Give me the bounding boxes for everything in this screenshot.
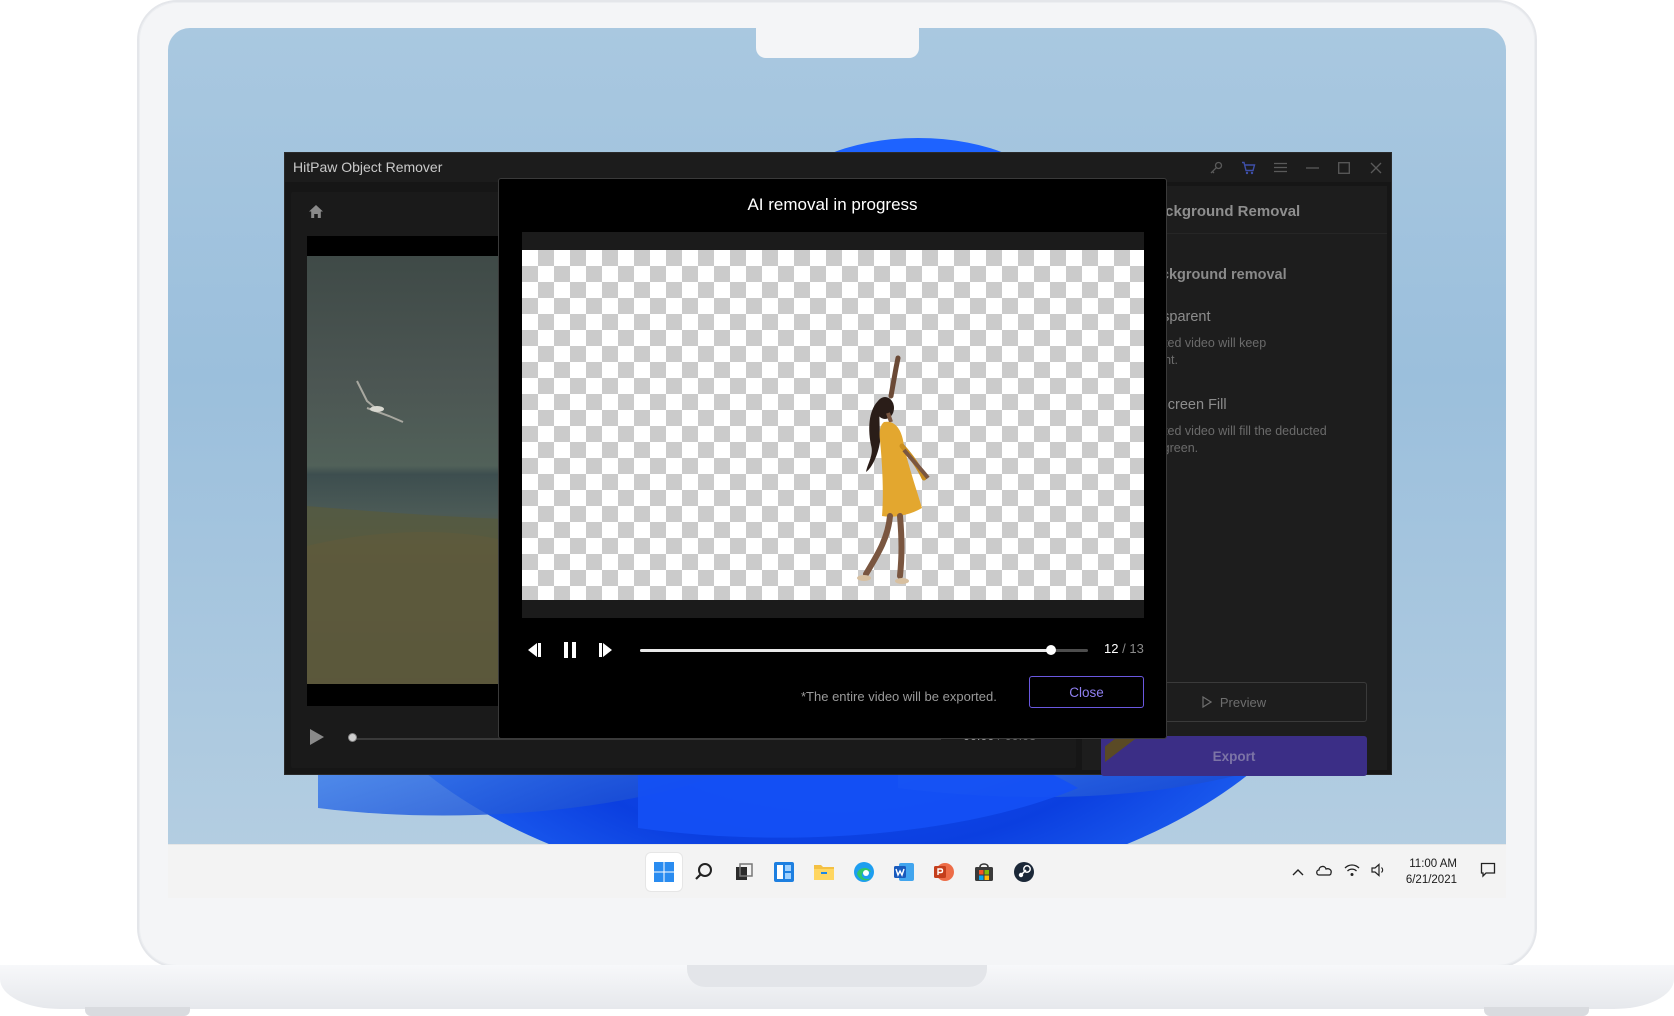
result-playback-controls: 12 / 13 bbox=[522, 636, 1144, 664]
preview-play-icon bbox=[1202, 696, 1212, 708]
option-transparent-desc-line2: arent. bbox=[1146, 352, 1386, 369]
minimize-icon[interactable] bbox=[1303, 159, 1321, 177]
result-video-viewer bbox=[522, 232, 1144, 618]
option-transparent-desc: ported video will keep arent. bbox=[1146, 335, 1386, 369]
windows-start-icon[interactable] bbox=[646, 853, 682, 891]
taskbar: 11:00 AM 6/21/2021 bbox=[168, 844, 1506, 898]
widgets-icon[interactable] bbox=[766, 853, 802, 891]
desktop-stage: HitPaw Object Remover Background Removal… bbox=[0, 0, 1674, 1016]
file-explorer-icon[interactable] bbox=[806, 853, 842, 891]
notification-icon[interactable] bbox=[1480, 862, 1496, 883]
onedrive-icon[interactable] bbox=[1315, 863, 1333, 881]
word-icon[interactable] bbox=[886, 853, 922, 891]
wifi-icon[interactable] bbox=[1344, 863, 1360, 882]
export-label: Export bbox=[1212, 748, 1256, 764]
export-button[interactable]: Export bbox=[1101, 736, 1367, 776]
laptop-foot-right bbox=[1484, 1007, 1589, 1016]
option-green-screen-desc-line2: ith green. bbox=[1146, 441, 1199, 455]
maximize-icon[interactable] bbox=[1335, 159, 1353, 177]
close-icon[interactable] bbox=[1367, 159, 1385, 177]
taskbar-apps bbox=[646, 853, 1042, 891]
ai-removal-dialog: AI removal in progress 12 / 13 *The enti… bbox=[498, 178, 1167, 739]
preview-label: Preview bbox=[1219, 694, 1267, 710]
laptop-foot-left bbox=[85, 1007, 190, 1016]
next-frame-icon[interactable] bbox=[592, 638, 618, 662]
volume-icon[interactable] bbox=[1371, 862, 1387, 882]
pause-icon[interactable] bbox=[557, 638, 583, 662]
clock-time: 11:00 AM bbox=[1409, 858, 1457, 870]
laptop-screen: HitPaw Object Remover Background Removal… bbox=[168, 28, 1506, 898]
option-transparent-desc-line1: ported video will keep bbox=[1146, 336, 1267, 350]
home-icon[interactable] bbox=[308, 204, 324, 224]
removal-progress-fill bbox=[640, 649, 1051, 652]
export-badge-icon bbox=[1105, 736, 1139, 762]
menu-icon[interactable] bbox=[1271, 159, 1289, 177]
source-seek-thumb[interactable] bbox=[348, 733, 357, 742]
frame-separator: / bbox=[1122, 641, 1126, 656]
frame-total: 13 bbox=[1129, 641, 1144, 656]
settings-title: Background Removal bbox=[1146, 203, 1301, 220]
store-icon[interactable] bbox=[966, 853, 1002, 891]
app-title: HitPaw Object Remover bbox=[293, 159, 443, 175]
edge-icon[interactable] bbox=[846, 853, 882, 891]
steam-icon[interactable] bbox=[1006, 853, 1042, 891]
powerpoint-icon[interactable] bbox=[926, 853, 962, 891]
camera-notch bbox=[756, 28, 919, 58]
task-view-icon[interactable] bbox=[726, 853, 762, 891]
dialog-title: AI removal in progress bbox=[747, 195, 918, 214]
cart-icon[interactable] bbox=[1239, 159, 1257, 177]
system-clock[interactable]: 11:00 AM 6/21/2021 bbox=[1406, 856, 1457, 888]
removal-progress-track[interactable] bbox=[640, 645, 1088, 655]
frame-current: 12 bbox=[1104, 641, 1119, 656]
option-green-screen-desc-line1: ported video will fill the deducted bbox=[1146, 424, 1327, 438]
export-note: *The entire video will be exported. bbox=[801, 689, 997, 704]
play-icon[interactable] bbox=[309, 728, 325, 751]
clock-date: 6/21/2021 bbox=[1405, 874, 1457, 886]
dancing-woman-cutout bbox=[857, 355, 930, 584]
previous-frame-icon[interactable] bbox=[522, 638, 548, 662]
removal-progress-thumb[interactable] bbox=[1045, 645, 1056, 655]
window-controls bbox=[1207, 153, 1385, 182]
key-icon[interactable] bbox=[1207, 159, 1225, 177]
laptop-groove bbox=[687, 965, 987, 987]
option-green-screen-desc: ported video will fill the deducted ith … bbox=[1146, 423, 1386, 457]
chevron-up-icon[interactable] bbox=[1292, 863, 1304, 881]
close-button[interactable]: Close bbox=[1029, 676, 1144, 708]
system-tray: 11:00 AM 6/21/2021 bbox=[1292, 853, 1496, 891]
frame-counter: 12 / 13 bbox=[1104, 641, 1144, 656]
search-icon[interactable] bbox=[686, 853, 722, 891]
transparent-checkerboard bbox=[522, 250, 1144, 600]
